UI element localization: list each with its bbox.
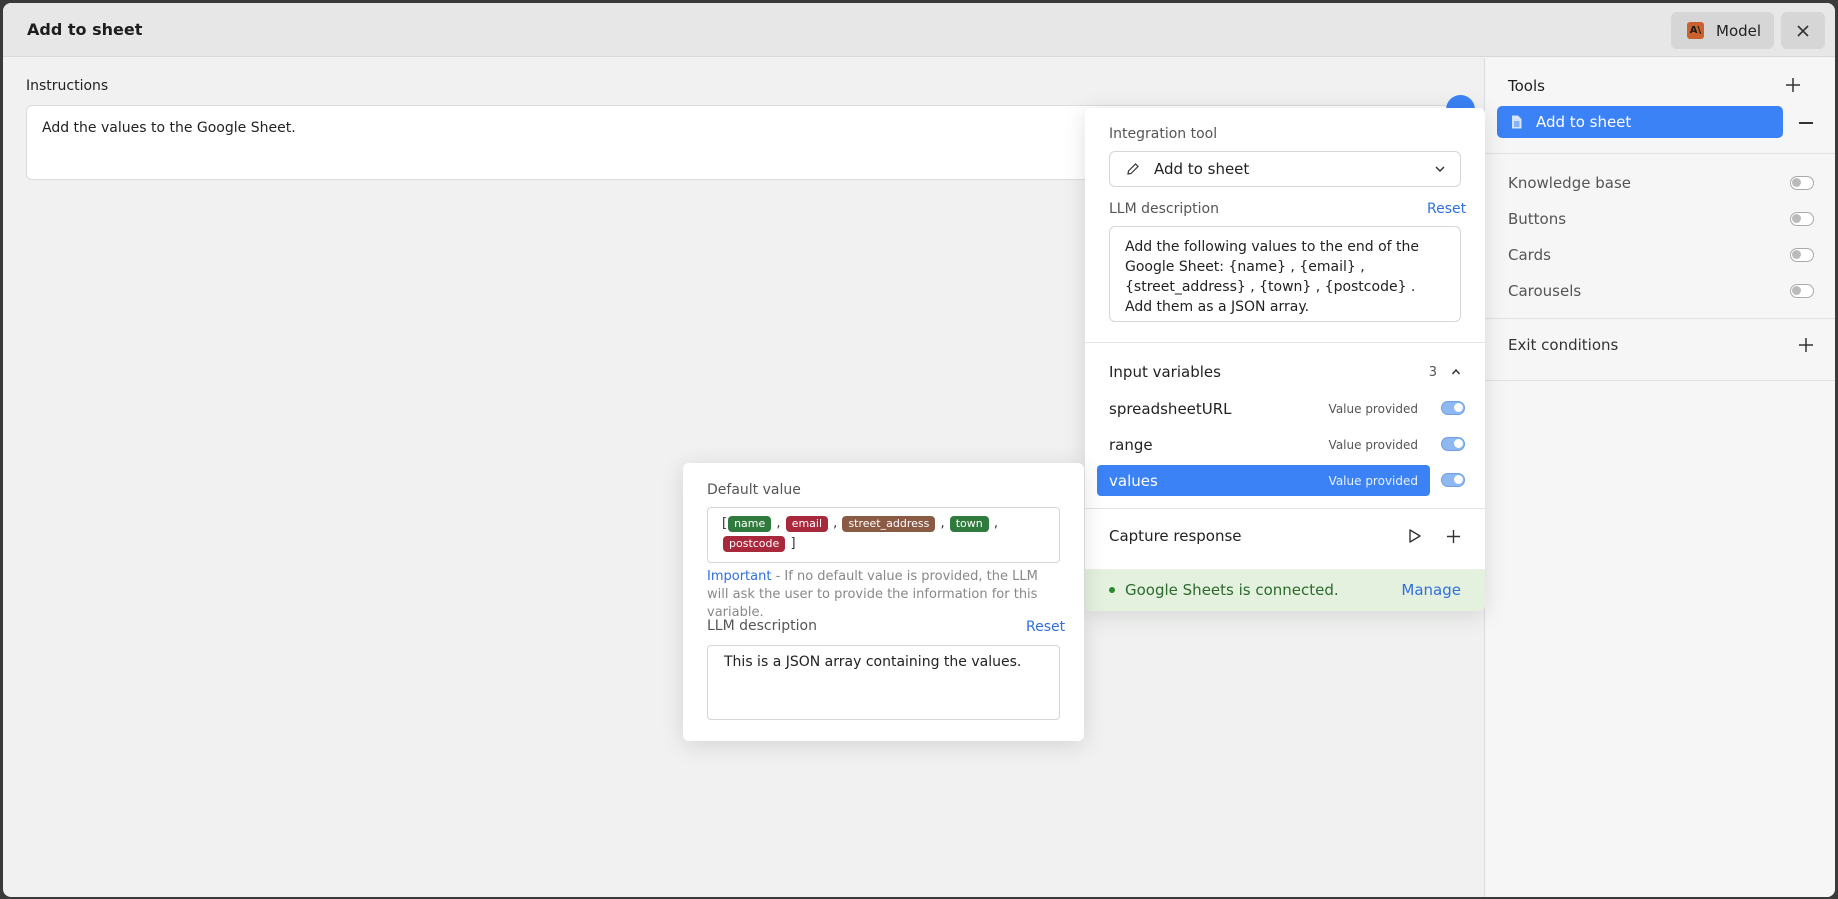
toggle-label: Carousels — [1508, 282, 1582, 300]
variable-llm-description-label: LLM description — [707, 618, 817, 634]
toggle-row-knowledge-base: Knowledge base — [1508, 171, 1814, 195]
model-button[interactable]: A\ Model — [1671, 12, 1774, 49]
cards-toggle[interactable] — [1790, 248, 1814, 262]
variable-status: Value provided — [1328, 473, 1418, 488]
variable-chip-postcode[interactable]: postcode — [723, 536, 786, 552]
input-variable-row-selected[interactable]: values Value provided — [1097, 465, 1430, 496]
instructions-label: Instructions — [26, 78, 109, 94]
model-button-label: Model — [1716, 21, 1762, 40]
carousels-toggle[interactable] — [1790, 284, 1814, 298]
tools-sidebar: Tools Add to sheet Knowledge base Button… — [1484, 58, 1835, 897]
manage-connection-link[interactable]: Manage — [1401, 581, 1461, 599]
modal-title: Add to sheet — [27, 20, 143, 39]
input-variable-row[interactable]: range Value provided — [1097, 429, 1430, 460]
close-button[interactable] — [1781, 12, 1825, 49]
input-variables-count: 3 — [1428, 364, 1437, 380]
connection-status-bar: Google Sheets is connected. Manage — [1085, 569, 1485, 611]
knowledge-base-toggle[interactable] — [1790, 176, 1814, 190]
exit-conditions-row: Exit conditions — [1508, 336, 1814, 354]
title-bar: Add to sheet A\ Model — [3, 3, 1835, 57]
default-value-label: Default value — [707, 482, 801, 498]
integration-tool-value: Add to sheet — [1154, 160, 1250, 178]
variable-chip-town[interactable]: town — [949, 516, 989, 532]
modal-window: Add to sheet A\ Model Instructions Add t… — [3, 3, 1835, 897]
variable-chip-email[interactable]: email — [785, 516, 829, 532]
toggle-row-cards: Cards — [1508, 243, 1814, 267]
values-toggle[interactable] — [1441, 473, 1465, 487]
toggle-row-buttons: Buttons — [1508, 207, 1814, 231]
tool-item-add-to-sheet[interactable]: Add to sheet — [1497, 106, 1783, 138]
remove-tool-minus-icon[interactable] — [1799, 122, 1813, 124]
pencil-icon — [1127, 163, 1139, 175]
variable-detail-panel: Default value [name , email , street_add… — [683, 463, 1084, 741]
divider — [1485, 380, 1835, 381]
tool-item-label: Add to sheet — [1536, 113, 1632, 131]
status-dot-icon — [1109, 587, 1115, 593]
exit-conditions-label: Exit conditions — [1508, 336, 1619, 354]
divider — [1085, 342, 1485, 343]
variable-name: values — [1109, 471, 1158, 490]
variable-llm-description-textarea[interactable]: This is a JSON array containing the valu… — [707, 645, 1060, 720]
toggle-label: Buttons — [1508, 210, 1567, 228]
divider — [1085, 508, 1485, 509]
add-exit-condition-plus-icon[interactable] — [1798, 337, 1814, 353]
bracket-open: [ — [722, 516, 728, 531]
variable-chip-name[interactable]: name — [728, 516, 772, 532]
toggle-label: Knowledge base — [1508, 174, 1631, 192]
integration-tool-label: Integration tool — [1109, 126, 1218, 142]
variable-llm-reset-link[interactable]: Reset — [1026, 619, 1065, 635]
divider — [1485, 318, 1835, 319]
spreadsheet-url-toggle[interactable] — [1441, 401, 1465, 415]
important-note: Important - If no default value is provi… — [707, 568, 1060, 622]
tools-header: Tools — [1508, 77, 1545, 95]
llm-description-label: LLM description — [1109, 201, 1219, 217]
add-capture-plus-icon[interactable] — [1446, 529, 1461, 544]
integration-tool-panel: Integration tool Add to sheet LLM descri… — [1085, 108, 1485, 611]
chevron-down-icon — [1435, 166, 1445, 173]
range-toggle[interactable] — [1441, 437, 1465, 451]
variable-chip-street-address[interactable]: street_address — [842, 516, 936, 532]
input-variables-header[interactable]: Input variables 3 — [1109, 363, 1461, 381]
capture-response-label: Capture response — [1109, 527, 1242, 545]
play-icon[interactable] — [1408, 528, 1422, 544]
toggle-label: Cards — [1508, 246, 1551, 264]
variable-name: range — [1109, 435, 1153, 454]
input-variable-row[interactable]: spreadsheetURL Value provided — [1097, 393, 1430, 424]
llm-description-textarea[interactable]: Add the following values to the end of t… — [1109, 226, 1461, 322]
toggle-row-carousels: Carousels — [1508, 279, 1814, 303]
input-variables-label: Input variables — [1109, 363, 1221, 381]
variable-status: Value provided — [1328, 401, 1418, 416]
important-label: Important — [707, 569, 772, 584]
close-icon — [1797, 24, 1809, 37]
buttons-toggle[interactable] — [1790, 212, 1814, 226]
llm-description-reset-link[interactable]: Reset — [1427, 201, 1466, 217]
sheet-file-icon — [1512, 115, 1522, 129]
variable-status: Value provided — [1328, 437, 1418, 452]
divider — [1485, 153, 1835, 154]
default-value-input[interactable]: [name , email , street_address , town ,p… — [707, 507, 1060, 563]
add-tool-plus-icon[interactable] — [1785, 77, 1801, 93]
chevron-up-icon — [1451, 368, 1461, 375]
variable-name: spreadsheetURL — [1109, 399, 1232, 418]
integration-tool-select[interactable]: Add to sheet — [1109, 151, 1461, 187]
capture-response-row: Capture response — [1109, 527, 1461, 545]
connection-status-text: Google Sheets is connected. — [1125, 581, 1339, 599]
bracket-close: ] — [790, 536, 796, 551]
anthropic-icon: A\ — [1687, 22, 1704, 39]
